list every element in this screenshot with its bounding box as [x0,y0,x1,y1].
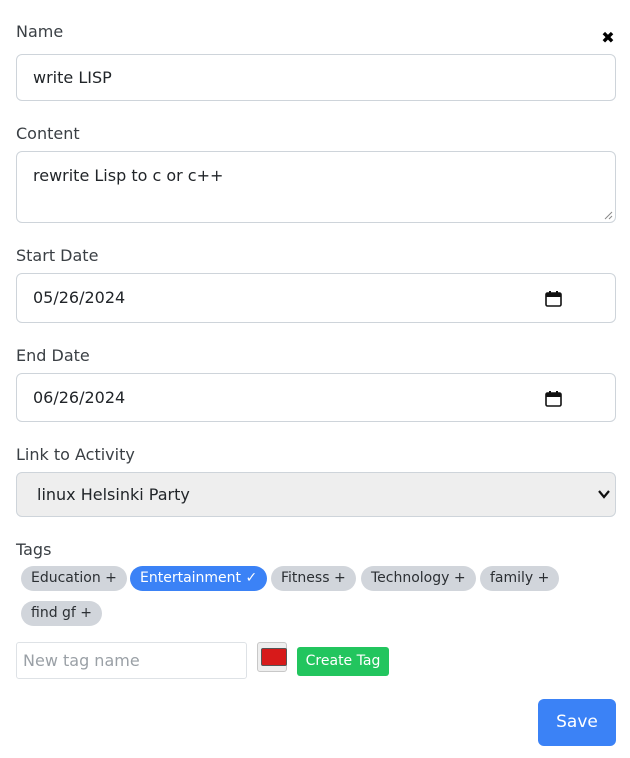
create-tag-button[interactable]: Create Tag [297,647,389,676]
calendar-icon[interactable] [545,290,562,307]
tag-education[interactable]: Education + [21,566,127,591]
chevron-down-icon [598,490,610,499]
tag-find-gf[interactable]: find gf + [21,601,103,626]
tag-entertainment[interactable]: Entertainment ✓ [130,566,268,591]
name-input-value: write LISP [33,68,112,87]
start-date-input[interactable]: 05/26/2024 [16,273,616,323]
save-button[interactable]: Save [538,699,616,746]
activity-select[interactable]: linux Helsinki Party [16,472,616,517]
tag-technology[interactable]: Technology + [361,566,476,591]
tags-label: Tags [16,540,52,559]
content-textarea[interactable]: rewrite Lisp to c or c++ [16,151,616,223]
tag-family[interactable]: family + [480,566,560,591]
start-date-value: 05/26/2024 [33,288,126,307]
close-icon[interactable]: ✖ [600,29,616,47]
tag-color-fill [261,648,287,666]
name-label: Name [16,22,64,41]
end-date-value: 06/26/2024 [33,388,126,407]
name-input[interactable]: write LISP [16,54,616,101]
activity-label: Link to Activity [16,445,135,464]
content-textarea-value: rewrite Lisp to c or c++ [33,166,224,185]
end-date-input[interactable]: 06/26/2024 [16,373,616,422]
tag-fitness[interactable]: Fitness + [271,566,356,591]
start-date-label: Start Date [16,246,99,265]
end-date-label: End Date [16,346,90,365]
content-label: Content [16,124,80,143]
new-tag-input[interactable] [16,642,247,679]
tag-color-picker[interactable] [257,642,287,672]
activity-select-value: linux Helsinki Party [37,485,190,504]
calendar-icon[interactable] [545,390,562,407]
resize-grip-icon[interactable] [604,211,613,220]
